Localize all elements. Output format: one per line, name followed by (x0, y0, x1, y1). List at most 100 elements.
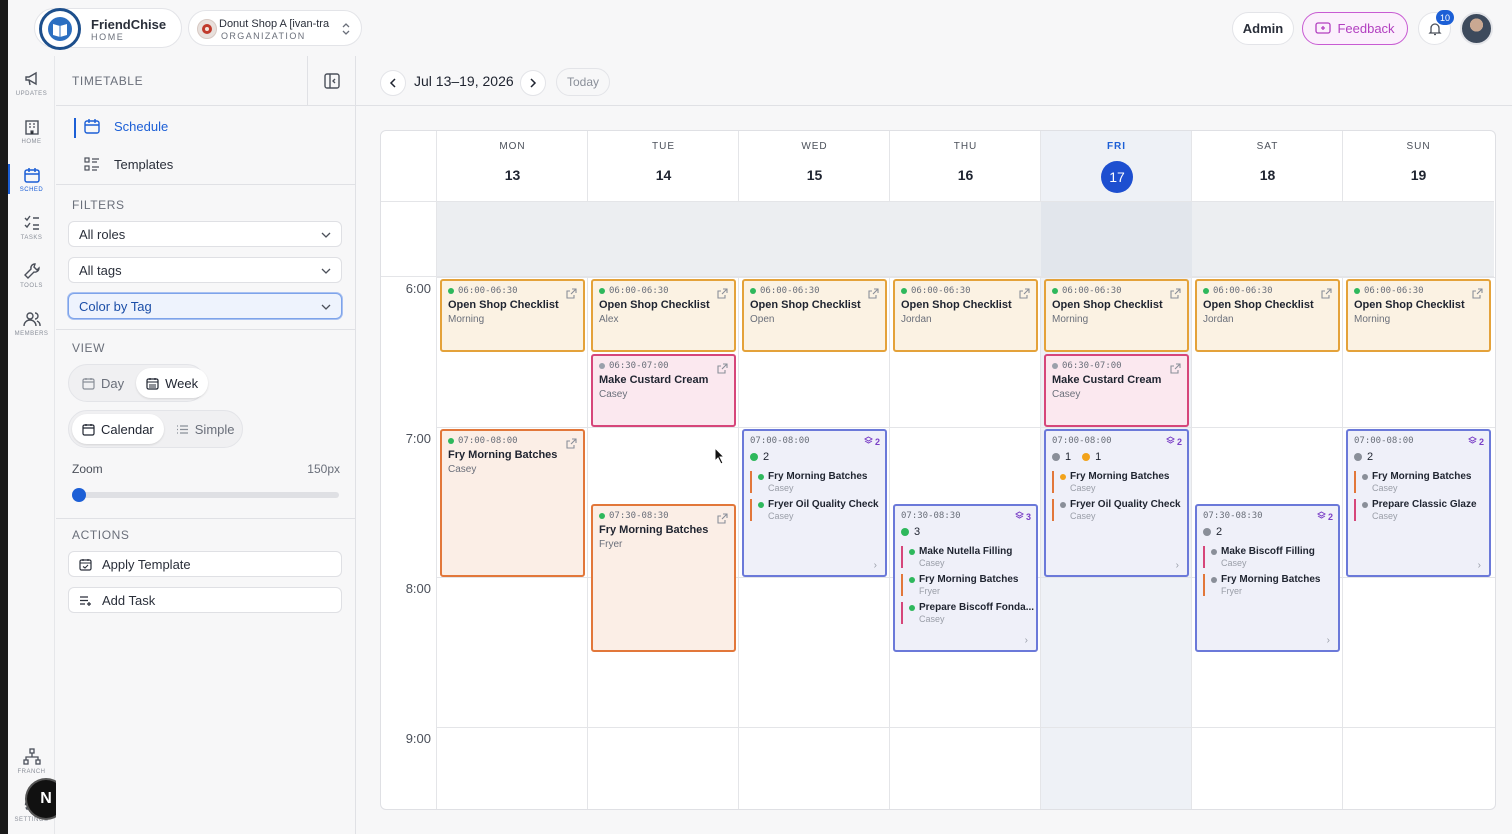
collapse-panel-button[interactable] (307, 56, 355, 106)
grouped-task-item[interactable]: Prepare Biscoff Fonda... Casey (901, 602, 1034, 624)
next-week-button[interactable] (520, 70, 546, 96)
nav-item-schedule[interactable]: Schedule (56, 108, 355, 144)
grouped-task-assignee: Casey (768, 483, 794, 493)
chevron-right-icon (530, 78, 537, 88)
task-event-card[interactable]: 06:00-06:30 Open Shop Checklist Alex (591, 279, 736, 352)
status-summary: 3 (901, 526, 926, 538)
event-title: Make Custard Cream (1052, 374, 1162, 386)
grouped-event-card[interactable]: 07:30-08:30 3 3 Make Nutella Filling Casey Fr… (893, 504, 1038, 652)
rail-item-updates[interactable]: UPDATES (8, 62, 55, 108)
grouped-task-item[interactable]: Fry Morning Batches Casey (1354, 471, 1471, 493)
event-title: Fry Morning Batches (448, 449, 558, 461)
chevron-right-icon[interactable]: › (1327, 635, 1330, 646)
open-external-icon[interactable] (1170, 361, 1181, 374)
grouped-task-item[interactable]: Prepare Classic Glaze Casey (1354, 499, 1477, 521)
grouped-task-item[interactable]: Fry Morning Batches Casey (1052, 471, 1169, 493)
today-button[interactable]: Today (556, 68, 610, 96)
day-view-button[interactable]: Day (72, 368, 134, 398)
chevron-right-icon[interactable]: › (1478, 560, 1481, 571)
task-event-card[interactable]: 06:00-06:30 Open Shop Checklist Jordan (893, 279, 1038, 352)
day-number[interactable]: 18 (1192, 167, 1343, 183)
open-external-icon[interactable] (566, 436, 577, 449)
today-date-badge[interactable]: 17 (1101, 161, 1133, 193)
user-avatar[interactable] (1460, 12, 1493, 45)
open-external-icon[interactable] (1170, 286, 1181, 299)
zoom-slider-thumb[interactable] (72, 488, 86, 502)
grouped-task-title-text: Fryer Oil Quality Check (1070, 499, 1181, 510)
day-number[interactable]: 16 (890, 167, 1041, 183)
add-task-button[interactable]: Add Task (68, 587, 342, 613)
rail-item-schedule[interactable]: SCHED (8, 158, 55, 204)
rail-item-home[interactable]: HOME (8, 110, 55, 156)
feedback-button[interactable]: Feedback (1302, 12, 1408, 45)
grouped-task-item[interactable]: Fryer Oil Quality Check Casey (750, 499, 879, 521)
task-event-card[interactable]: 06:00-06:30 Open Shop Checklist Morning (1346, 279, 1491, 352)
chevron-right-icon[interactable]: › (1176, 560, 1179, 571)
open-external-icon[interactable] (717, 286, 728, 299)
grouped-task-item[interactable]: Fry Morning Batches Fryer (901, 574, 1018, 596)
all-day-slot[interactable] (739, 201, 890, 277)
grouped-event-card[interactable]: 07:00-08:00 2 2 Fry Morning Batches Casey Fry… (742, 429, 887, 577)
brand-home-button[interactable]: FriendChise HOME (34, 8, 182, 50)
grouped-task-item[interactable]: Make Biscoff Filling Casey (1203, 546, 1315, 568)
all-day-slot[interactable] (1343, 201, 1494, 277)
day-number[interactable]: 13 (437, 167, 588, 183)
grouped-event-card[interactable]: 07:00-08:00 2 1 1 Fry Morning Batches Casey Fr… (1044, 429, 1189, 577)
grouped-task-item[interactable]: Fry Morning Batches Casey (750, 471, 867, 493)
task-event-card[interactable]: 07:00-08:00 Fry Morning Batches Casey (440, 429, 585, 577)
all-day-slot[interactable] (890, 201, 1041, 277)
task-event-card[interactable]: 06:00-06:30 Open Shop Checklist Jordan (1195, 279, 1340, 352)
rail-item-tools[interactable]: TOOLS (8, 254, 55, 300)
grouped-task-assignee: Casey (1372, 483, 1398, 493)
rail-item-members[interactable]: MEMBERS (8, 302, 55, 348)
grouped-task-item[interactable]: Fry Morning Batches Fryer (1203, 574, 1320, 596)
rail-item-franchise[interactable]: FRANCH (8, 740, 55, 786)
task-event-card[interactable]: 06:30-07:00 Make Custard Cream Casey (1044, 354, 1189, 427)
task-event-card[interactable]: 06:00-06:30 Open Shop Checklist Morning (1044, 279, 1189, 352)
all-day-slot[interactable] (588, 201, 739, 277)
calendar-mode-button[interactable]: Calendar (72, 414, 164, 444)
task-event-card[interactable]: 07:30-08:30 Fry Morning Batches Fryer (591, 504, 736, 652)
day-number[interactable]: 14 (588, 167, 739, 183)
task-event-card[interactable]: 06:00-06:30 Open Shop Checklist Morning (440, 279, 585, 352)
open-external-icon[interactable] (1019, 286, 1030, 299)
status-count: 3 (914, 526, 921, 538)
event-time: 06:00-06:30 (750, 286, 820, 296)
timetable-panel: TIMETABLE Schedule Templates FILTERS All… (56, 56, 356, 834)
day-number[interactable]: 19 (1343, 167, 1494, 183)
organization-switcher[interactable]: Donut Shop A [ivan-tra ORGANIZATION (188, 10, 362, 46)
open-external-icon[interactable] (566, 286, 577, 299)
day-number[interactable]: 15 (739, 167, 890, 183)
rail-item-tasks[interactable]: TASKS (8, 206, 55, 252)
all-day-slot[interactable] (1041, 201, 1192, 277)
chevron-right-icon[interactable]: › (874, 560, 877, 571)
grouped-event-card[interactable]: 07:30-08:30 2 2 Make Biscoff Filling Casey Fr… (1195, 504, 1340, 652)
zoom-slider[interactable] (72, 488, 339, 502)
tags-filter-select[interactable]: All tags (68, 257, 342, 283)
color-by-select[interactable]: Color by Tag (68, 293, 342, 319)
grouped-task-item[interactable]: Fryer Oil Quality Check Casey (1052, 499, 1181, 521)
apply-template-button[interactable]: Apply Template (68, 551, 342, 577)
status-summary: 2 (750, 451, 775, 463)
open-external-icon[interactable] (717, 511, 728, 524)
admin-button[interactable]: Admin (1232, 12, 1294, 45)
open-external-icon[interactable] (1321, 286, 1332, 299)
open-external-icon[interactable] (717, 361, 728, 374)
zoom-label: Zoom (72, 462, 103, 476)
open-external-icon[interactable] (868, 286, 879, 299)
simple-mode-button[interactable]: Simple (166, 414, 245, 444)
week-view-button[interactable]: Week (136, 368, 209, 398)
task-event-card[interactable]: 06:30-07:00 Make Custard Cream Casey (591, 354, 736, 427)
calendar-simple-toggle: Calendar Simple (68, 410, 243, 448)
grouped-event-card[interactable]: 07:00-08:00 2 2 Fry Morning Batches Casey Pre… (1346, 429, 1491, 577)
nav-item-templates[interactable]: Templates (56, 146, 355, 182)
chevron-right-icon[interactable]: › (1025, 635, 1028, 646)
all-day-slot[interactable] (437, 201, 588, 277)
roles-filter-select[interactable]: All roles (68, 221, 342, 247)
all-day-slot[interactable] (1192, 201, 1343, 277)
task-event-card[interactable]: 06:00-06:30 Open Shop Checklist Open (742, 279, 887, 352)
previous-week-button[interactable] (380, 70, 406, 96)
calendar-icon (82, 377, 95, 390)
open-external-icon[interactable] (1472, 286, 1483, 299)
grouped-task-item[interactable]: Make Nutella Filling Casey (901, 546, 1012, 568)
